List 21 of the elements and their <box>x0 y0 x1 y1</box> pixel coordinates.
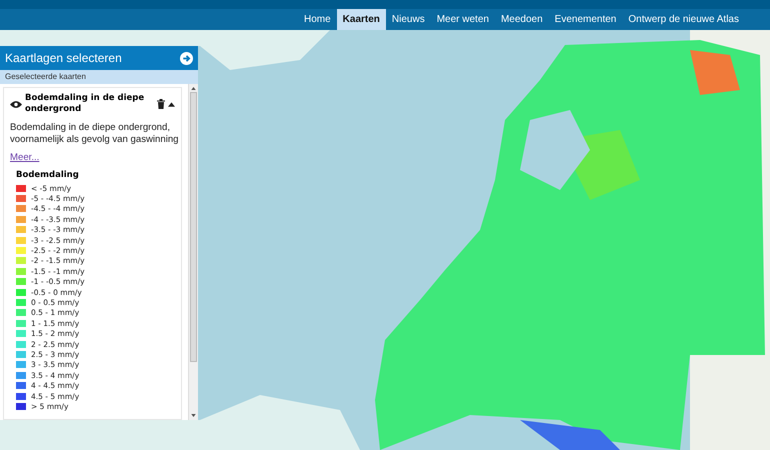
nav-tab[interactable]: Evenementen <box>548 9 622 30</box>
caret-up-icon[interactable] <box>168 102 175 106</box>
more-link[interactable]: Meer... <box>10 152 40 163</box>
eye-icon[interactable] <box>10 100 22 108</box>
scrollbar[interactable] <box>188 84 198 420</box>
legend-title: Bodemdaling <box>16 170 80 180</box>
layer-title: Bodemdaling in de diepe ondergrond <box>25 93 146 115</box>
nav-tab[interactable]: Ontwerp de nieuwe Atlas <box>622 9 745 30</box>
sidebar-title: Kaartlagen selecteren <box>5 51 122 65</box>
subheader-label: Geselecteerde kaarten <box>5 72 86 81</box>
layer-description: Bodemdaling in de diepe ondergrond, voornamelijk als gevolg van gaswinning <box>10 122 179 145</box>
nav-tab[interactable]: Kaarten <box>336 9 386 30</box>
scroll-down-icon[interactable] <box>191 414 196 417</box>
trash-icon[interactable] <box>157 99 165 109</box>
scrollbar-thumb[interactable] <box>190 92 197 362</box>
nav-tab[interactable]: Meer weten <box>430 9 495 30</box>
nav-tab[interactable]: Nieuws <box>386 9 431 30</box>
arrow-right-icon[interactable] <box>180 52 193 64</box>
nav-tab[interactable]: Home <box>298 9 337 30</box>
nav-tab[interactable]: Meedoen <box>494 9 549 30</box>
scroll-up-icon[interactable] <box>191 87 196 90</box>
